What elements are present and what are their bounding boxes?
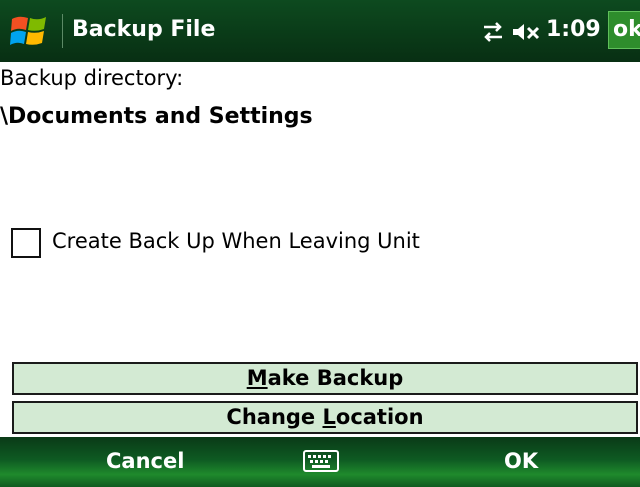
title-separator	[62, 14, 63, 48]
ok-button[interactable]: ok	[608, 11, 640, 49]
make-backup-button[interactable]: Make Backup	[12, 362, 638, 395]
volume-muted-icon[interactable]	[511, 21, 541, 43]
clock[interactable]: 1:09	[546, 17, 601, 42]
softkey-bar: Cancel OK	[0, 437, 640, 487]
change-location-prefix: Change	[226, 405, 323, 429]
title-bar: Backup File 1:09 ok	[0, 0, 640, 62]
keyboard-icon[interactable]	[302, 448, 340, 474]
connectivity-arrows-icon[interactable]	[480, 21, 506, 43]
backup-directory-label: Backup directory:	[0, 66, 184, 90]
make-backup-label: ake Backup	[267, 366, 404, 390]
create-backup-checkbox-label[interactable]: Create Back Up When Leaving Unit	[52, 229, 420, 253]
change-location-label: ocation	[335, 405, 424, 429]
make-backup-mnemonic: M	[246, 366, 268, 390]
change-location-button[interactable]: Change Location	[12, 401, 638, 434]
cancel-softkey[interactable]: Cancel	[106, 449, 184, 473]
ok-softkey[interactable]: OK	[504, 449, 538, 473]
window-title: Backup File	[72, 17, 216, 42]
backup-directory-path: \Documents and Settings	[0, 104, 313, 129]
change-location-mnemonic: L	[322, 405, 336, 429]
create-backup-checkbox[interactable]	[11, 228, 41, 258]
windows-flag-icon[interactable]	[9, 11, 51, 51]
